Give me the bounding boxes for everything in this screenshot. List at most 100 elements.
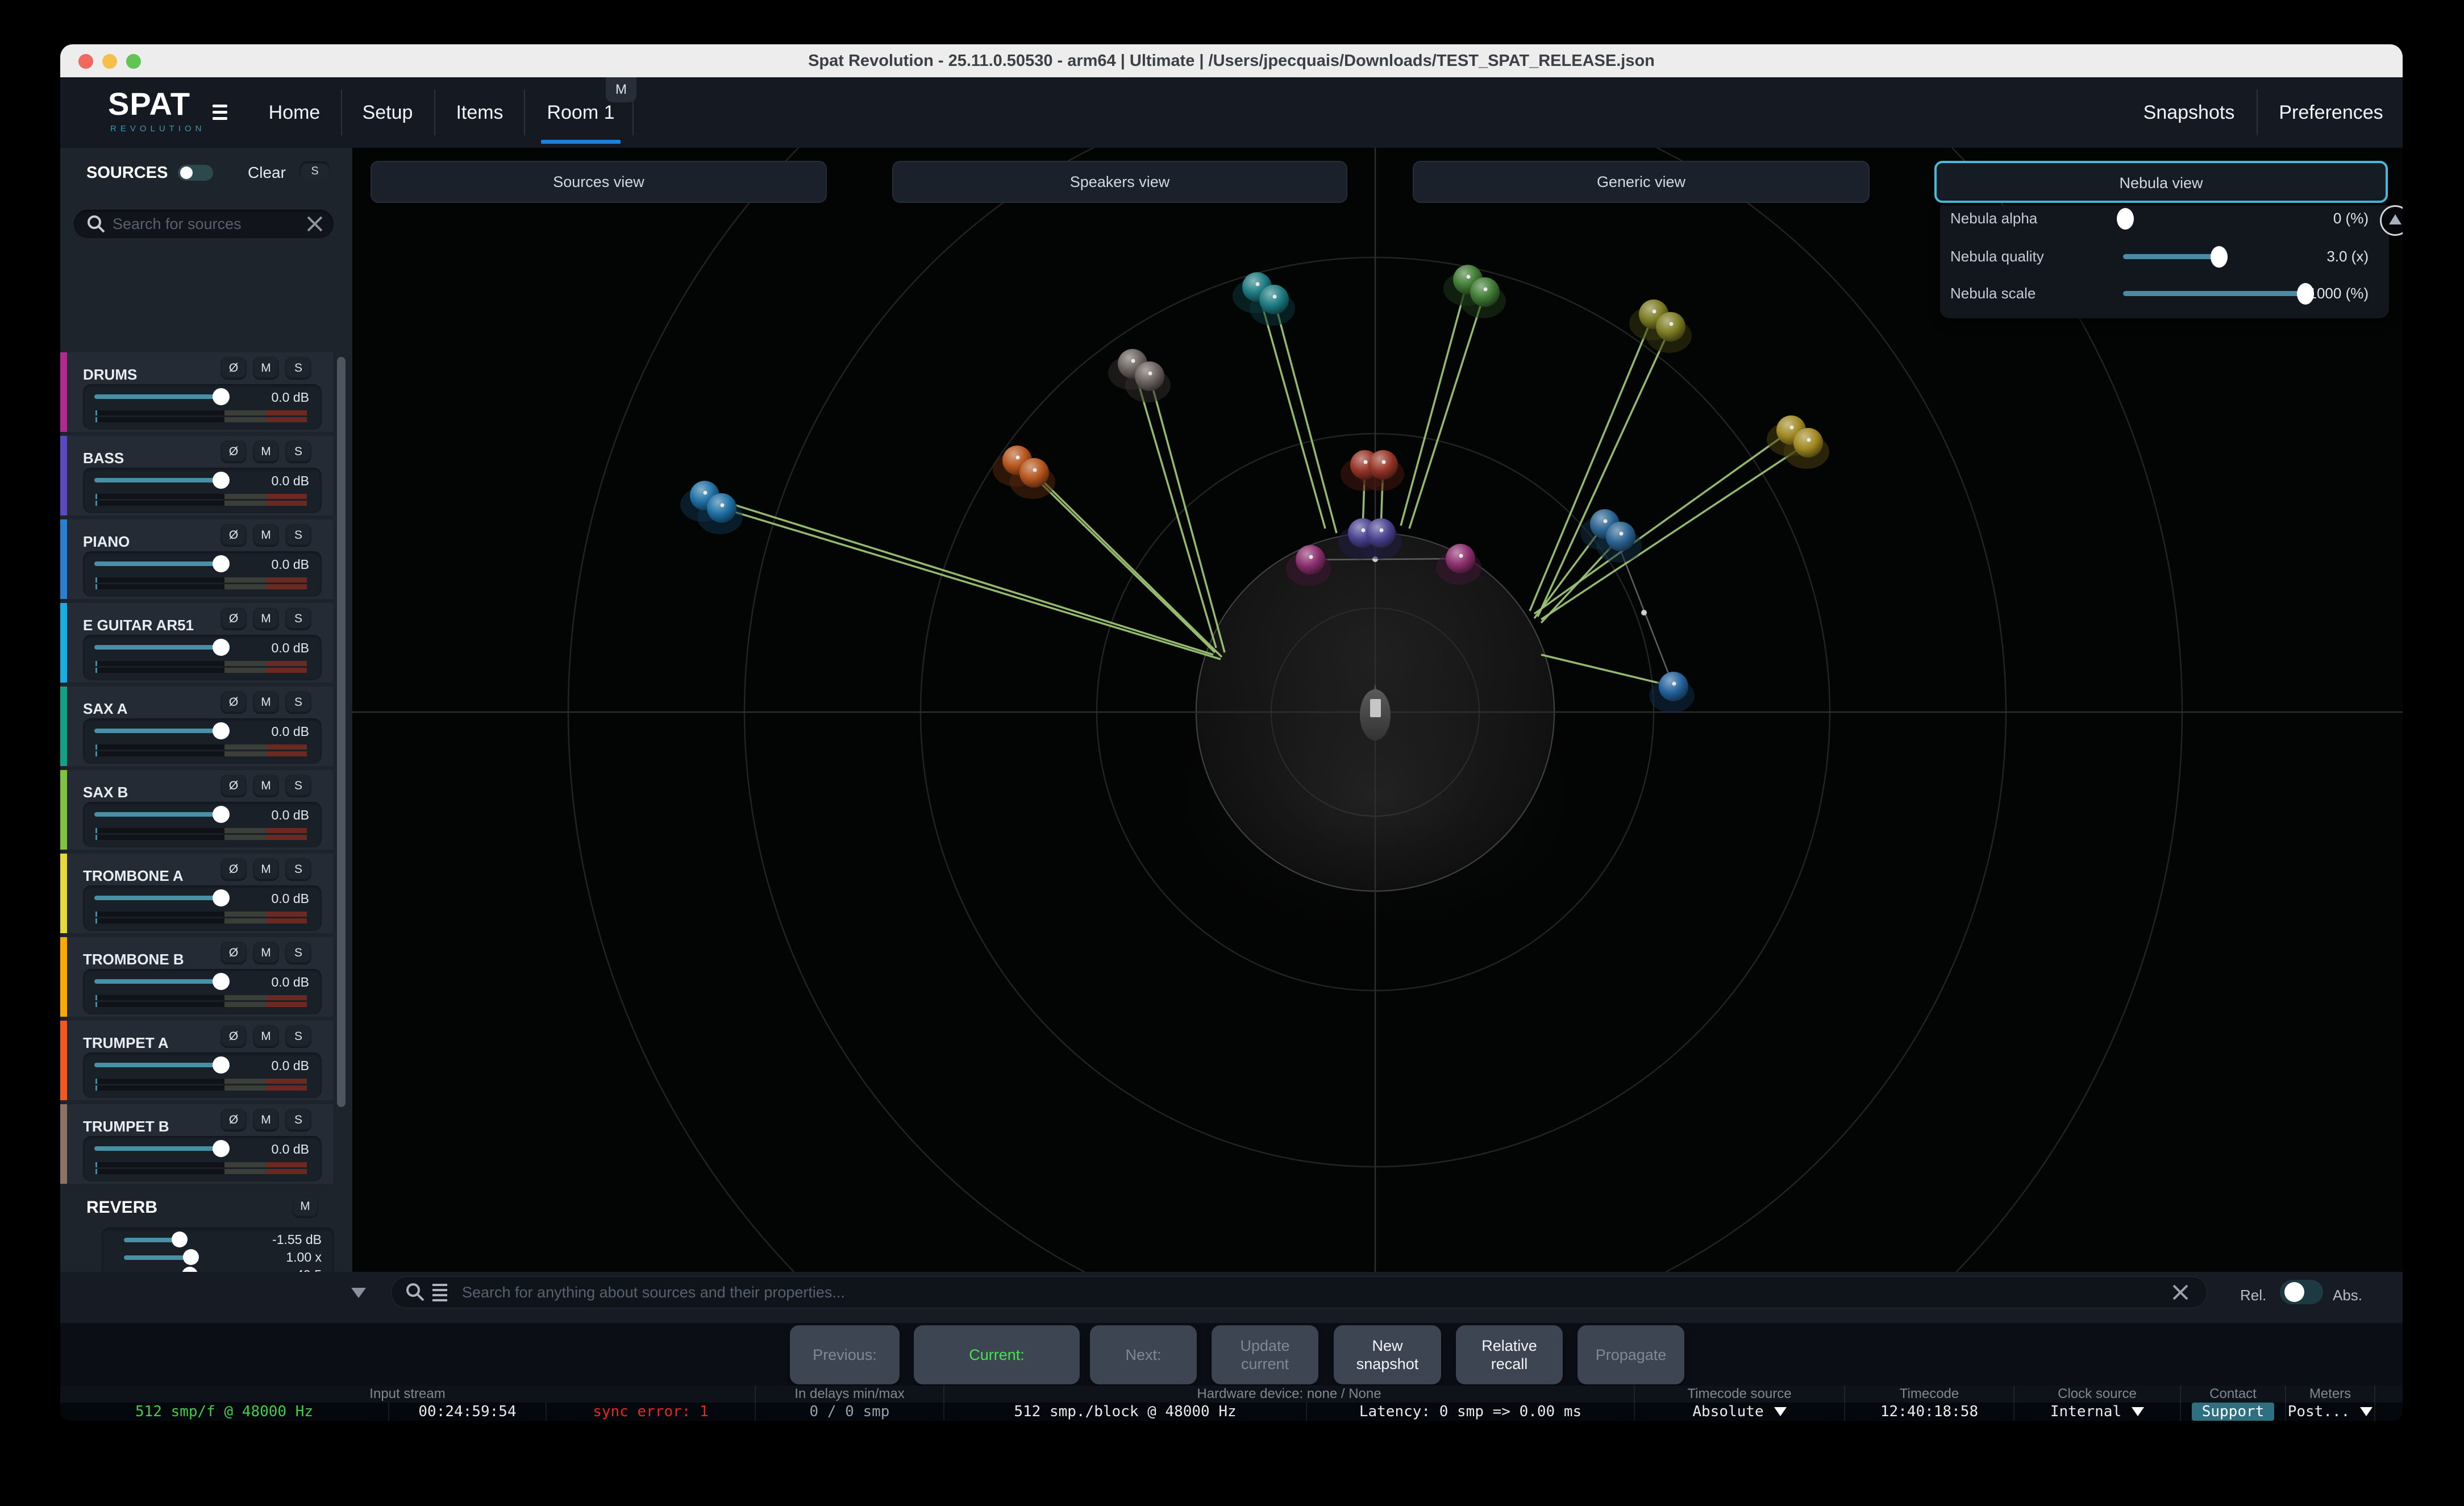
solo-button[interactable]: S	[285, 775, 311, 797]
snapshot-current-button[interactable]: Current:	[914, 1325, 1080, 1384]
phase-button[interactable]: Ø	[220, 775, 247, 797]
gain-slider-knob[interactable]	[213, 555, 230, 572]
mute-button[interactable]: M	[253, 1109, 279, 1131]
source-strip-sax-a[interactable]: SAX AØMS 0.0 dB	[60, 687, 333, 766]
dropdown-triangle-icon[interactable]	[1774, 1407, 1787, 1416]
solo-button[interactable]: S	[285, 1109, 311, 1131]
source-search-box[interactable]: Search for sources	[74, 210, 334, 238]
phase-button[interactable]: Ø	[220, 942, 247, 964]
mute-button[interactable]: M	[253, 524, 279, 547]
gain-slider-knob[interactable]	[213, 806, 230, 823]
source-strip-trumpet-b[interactable]: TRUMPET BØMS 0.0 dB	[60, 1104, 333, 1184]
solo-button[interactable]: S	[285, 440, 311, 463]
view-button-sources-view[interactable]: Sources view	[371, 161, 827, 203]
gain-slider-track[interactable]	[94, 979, 218, 984]
view-button-nebula-view[interactable]: Nebula view	[1934, 161, 2388, 203]
solo-button[interactable]: S	[285, 357, 311, 380]
source-sphere[interactable]	[707, 493, 736, 523]
phase-button[interactable]: Ø	[220, 1025, 247, 1048]
phase-button[interactable]: Ø	[220, 357, 247, 380]
source-sphere[interactable]	[1606, 522, 1635, 551]
snapshot-relative-recall-button[interactable]: Relativerecall	[1456, 1325, 1563, 1384]
nebula-slider-knob[interactable]	[2117, 208, 2134, 230]
reverb-slider-knob[interactable]	[172, 1232, 188, 1247]
status-value[interactable]: Post...	[2286, 1403, 2375, 1421]
snapshot-new-snapshot-button[interactable]: Newsnapshot	[1334, 1325, 1441, 1384]
rel-abs-toggle[interactable]	[2280, 1280, 2323, 1304]
gain-slider-track[interactable]	[94, 729, 218, 733]
sources-scrollbar[interactable]	[337, 357, 346, 1107]
source-strip-e-guitar-ar51[interactable]: E GUITAR AR51ØMS 0.0 dB	[60, 603, 333, 683]
gain-slider-track[interactable]	[94, 1063, 218, 1067]
source-sphere[interactable]	[1659, 672, 1688, 701]
solo-button[interactable]: S	[285, 858, 311, 881]
search-dropdown-icon[interactable]	[351, 1288, 366, 1298]
source-sphere[interactable]	[1368, 450, 1398, 480]
phase-button[interactable]: Ø	[220, 691, 247, 714]
nebula-slider-knob[interactable]	[2211, 246, 2228, 268]
status-value[interactable]: Absolute	[1635, 1403, 1845, 1421]
phase-button[interactable]: Ø	[220, 440, 247, 463]
source-sphere[interactable]	[1470, 277, 1500, 307]
source-strip-trombone-b[interactable]: TROMBONE BØMS 0.0 dB	[60, 937, 333, 1017]
gain-slider-track[interactable]	[94, 561, 218, 566]
mute-button[interactable]: M	[253, 691, 279, 714]
gain-slider-knob[interactable]	[213, 639, 230, 656]
snapshot-previous-button[interactable]: Previous:	[790, 1325, 900, 1384]
source-sphere[interactable]	[1366, 518, 1396, 548]
gain-slider-knob[interactable]	[213, 722, 230, 739]
nebula-slider-knob[interactable]	[2297, 283, 2314, 305]
mute-button[interactable]: M	[253, 608, 279, 630]
source-strip-trumpet-a[interactable]: TRUMPET AØMS 0.0 dB	[60, 1021, 333, 1100]
sources-toggle[interactable]	[178, 165, 213, 181]
mute-button[interactable]: M	[253, 1025, 279, 1048]
solo-button[interactable]: S	[285, 524, 311, 547]
dropdown-triangle-icon[interactable]	[2132, 1407, 2144, 1416]
source-strip-trombone-a[interactable]: TROMBONE AØMS 0.0 dB	[60, 854, 333, 933]
mute-button[interactable]: M	[253, 858, 279, 881]
source-strip-piano[interactable]: PIANOØMS 0.0 dB	[60, 519, 333, 599]
clear-button[interactable]: Clear	[248, 164, 286, 182]
source-sphere[interactable]	[1793, 428, 1823, 457]
source-sphere[interactable]	[1019, 458, 1049, 488]
contact-support-button[interactable]: Support	[2192, 1403, 2275, 1421]
mute-button[interactable]: M	[253, 775, 279, 797]
mute-button[interactable]: M	[253, 357, 279, 380]
status-value[interactable]: Internal	[2015, 1403, 2181, 1421]
solo-button[interactable]: S	[285, 691, 311, 714]
clear-search-icon[interactable]	[2171, 1283, 2190, 1301]
view-button-speakers-view[interactable]: Speakers view	[892, 161, 1347, 203]
pair-link-midpoint[interactable]	[1641, 610, 1647, 615]
clear-search-icon[interactable]	[306, 215, 323, 232]
global-search-box[interactable]: Search for anything about sources and th…	[391, 1276, 2207, 1308]
reverb-slider-track[interactable]	[124, 1255, 192, 1260]
gain-slider-track[interactable]	[94, 394, 218, 399]
gain-slider-knob[interactable]	[213, 889, 230, 906]
source-sphere[interactable]	[1656, 312, 1685, 342]
phase-button[interactable]: Ø	[220, 608, 247, 630]
phase-button[interactable]: Ø	[220, 858, 247, 881]
nebula-slider-track[interactable]	[2123, 291, 2307, 296]
source-sphere[interactable]	[1446, 544, 1475, 573]
source-strip-drums[interactable]: DRUMSØMS 0.0 dB	[60, 352, 333, 432]
gain-slider-track[interactable]	[94, 478, 218, 482]
nebula-slider-track[interactable]	[2123, 254, 2219, 259]
mute-button[interactable]: M	[253, 942, 279, 964]
solo-button[interactable]: S	[285, 1025, 311, 1048]
snapshot-next-button[interactable]: Next:	[1090, 1325, 1197, 1384]
phase-button[interactable]: Ø	[220, 524, 247, 547]
gain-slider-track[interactable]	[94, 896, 218, 900]
filter-list-icon[interactable]	[432, 1283, 449, 1302]
source-strip-sax-b[interactable]: SAX BØMS 0.0 dB	[60, 770, 333, 850]
gain-slider-knob[interactable]	[213, 973, 230, 990]
gain-slider-track[interactable]	[94, 812, 218, 817]
gain-slider-track[interactable]	[94, 1146, 218, 1151]
view-button-generic-view[interactable]: Generic view	[1413, 161, 1870, 203]
solo-button[interactable]: S	[285, 608, 311, 630]
snapshot-update-current-button[interactable]: Updatecurrent	[1212, 1325, 1318, 1384]
mute-button[interactable]: M	[253, 440, 279, 463]
dropdown-triangle-icon[interactable]	[2360, 1407, 2373, 1416]
source-sphere[interactable]	[1296, 545, 1325, 575]
gain-slider-knob[interactable]	[213, 1056, 230, 1074]
reverb-slider-knob[interactable]	[183, 1249, 199, 1265]
